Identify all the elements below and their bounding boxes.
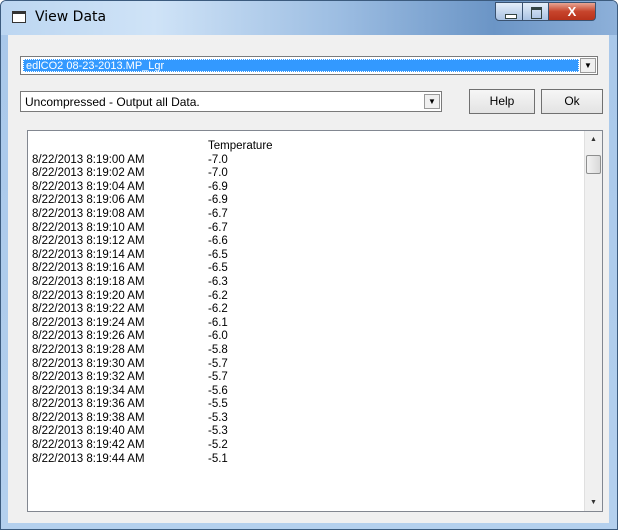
- file-select-dropdown[interactable]: edlCO2 08-23-2013.MP_Lgr ▼: [20, 56, 598, 75]
- list-item[interactable]: 8/22/2013 8:19:32 AM -5.7: [30, 371, 580, 385]
- window-title: View Data: [35, 9, 107, 25]
- scroll-up-arrow-icon[interactable]: ▲: [585, 131, 602, 148]
- list-item[interactable]: 8/22/2013 8:19:44 AM -5.1: [30, 453, 580, 467]
- minimize-icon: [505, 14, 517, 19]
- row-temperature: -6.1: [208, 316, 228, 329]
- list-item[interactable]: 8/22/2013 8:19:12 AM -6.6: [30, 235, 580, 249]
- data-listbox[interactable]: Temperature 8/22/2013 8:19:00 AM -7.0 8/22…: [27, 130, 603, 512]
- row-temperature: -6.2: [208, 303, 228, 316]
- list-item[interactable]: 8/22/2013 8:19:28 AM -5.8: [30, 344, 580, 358]
- output-mode-value: Uncompressed - Output all Data.: [25, 95, 200, 109]
- output-mode-dropdown[interactable]: Uncompressed - Output all Data. ▼: [20, 91, 442, 112]
- title-bar[interactable]: View Data X: [1, 1, 617, 35]
- list-item[interactable]: 8/22/2013 8:19:38 AM -5.3: [30, 412, 580, 426]
- row-temperature: -6.9: [208, 194, 228, 207]
- row-temperature: -6.7: [208, 207, 228, 220]
- row-temperature: -6.7: [208, 221, 228, 234]
- list-item[interactable]: 8/22/2013 8:19:36 AM -5.5: [30, 398, 580, 412]
- row-timestamp: 8/22/2013 8:19:04 AM: [32, 180, 145, 193]
- row-temperature: -5.8: [208, 343, 228, 356]
- row-timestamp: 8/22/2013 8:19:12 AM: [32, 235, 145, 248]
- list-item[interactable]: 8/22/2013 8:19:00 AM -7.0: [30, 154, 580, 168]
- row-temperature: -5.7: [208, 371, 228, 384]
- scroll-down-arrow-icon[interactable]: ▼: [585, 494, 602, 511]
- row-timestamp: 8/22/2013 8:19:14 AM: [32, 248, 145, 261]
- row-timestamp: 8/22/2013 8:19:42 AM: [32, 439, 145, 452]
- list-item[interactable]: 8/22/2013 8:19:18 AM -6.3: [30, 276, 580, 290]
- row-temperature: -6.5: [208, 262, 228, 275]
- list-item[interactable]: 8/22/2013 8:19:26 AM -6.0: [30, 330, 580, 344]
- row-timestamp: 8/22/2013 8:19:22 AM: [32, 303, 145, 316]
- help-button[interactable]: Help: [469, 89, 535, 114]
- list-item[interactable]: 8/22/2013 8:19:24 AM -6.1: [30, 317, 580, 331]
- list-item[interactable]: 8/22/2013 8:19:14 AM -6.5: [30, 249, 580, 263]
- row-temperature: -6.0: [208, 330, 228, 343]
- list-item[interactable]: 8/22/2013 8:19:04 AM -6.9: [30, 181, 580, 195]
- file-select-value: edlCO2 08-23-2013.MP_Lgr: [23, 59, 579, 72]
- row-temperature: -5.1: [208, 452, 228, 465]
- chevron-down-icon[interactable]: ▼: [580, 58, 596, 73]
- list-item[interactable]: 8/22/2013 8:19:02 AM -7.0: [30, 167, 580, 181]
- row-temperature: -6.9: [208, 180, 228, 193]
- row-timestamp: 8/22/2013 8:19:34 AM: [32, 384, 145, 397]
- list-item[interactable]: 8/22/2013 8:19:34 AM -5.6: [30, 385, 580, 399]
- list-item[interactable]: 8/22/2013 8:19:22 AM -6.2: [30, 303, 580, 317]
- row-temperature: -7.0: [208, 167, 228, 180]
- close-button[interactable]: X: [548, 2, 596, 21]
- row-timestamp: 8/22/2013 8:19:06 AM: [32, 194, 145, 207]
- column-header-temperature: Temperature: [208, 140, 273, 152]
- row-timestamp: 8/22/2013 8:19:16 AM: [32, 262, 145, 275]
- row-timestamp: 8/22/2013 8:19:08 AM: [32, 207, 145, 220]
- row-timestamp: 8/22/2013 8:19:20 AM: [32, 289, 145, 302]
- minimize-button[interactable]: [495, 2, 523, 21]
- row-temperature: -5.7: [208, 357, 228, 370]
- maximize-button[interactable]: [522, 2, 549, 21]
- row-temperature: -6.2: [208, 289, 228, 302]
- row-temperature: -6.6: [208, 235, 228, 248]
- row-timestamp: 8/22/2013 8:19:24 AM: [32, 316, 145, 329]
- list-item[interactable]: 8/22/2013 8:19:40 AM -5.3: [30, 425, 580, 439]
- list-item[interactable]: 8/22/2013 8:19:42 AM -5.2: [30, 439, 580, 453]
- row-timestamp: 8/22/2013 8:19:30 AM: [32, 357, 145, 370]
- row-timestamp: 8/22/2013 8:19:32 AM: [32, 371, 145, 384]
- row-temperature: -5.6: [208, 384, 228, 397]
- row-timestamp: 8/22/2013 8:19:26 AM: [32, 330, 145, 343]
- list-item[interactable]: 8/22/2013 8:19:06 AM -6.9: [30, 194, 580, 208]
- row-temperature: -7.0: [208, 153, 228, 166]
- row-timestamp: 8/22/2013 8:19:38 AM: [32, 411, 145, 424]
- maximize-icon: [531, 7, 542, 19]
- data-list: Temperature 8/22/2013 8:19:00 AM -7.0 8/22…: [30, 140, 580, 466]
- scroll-thumb[interactable]: [586, 155, 601, 174]
- row-temperature: -5.5: [208, 398, 228, 411]
- list-item[interactable]: 8/22/2013 8:19:30 AM -5.7: [30, 358, 580, 372]
- vertical-scrollbar[interactable]: ▲ ▼: [584, 131, 602, 511]
- row-timestamp: 8/22/2013 8:19:40 AM: [32, 425, 145, 438]
- close-icon: X: [567, 4, 577, 19]
- row-temperature: -5.2: [208, 439, 228, 452]
- list-item[interactable]: 8/22/2013 8:19:08 AM -6.7: [30, 208, 580, 222]
- chevron-down-icon[interactable]: ▼: [424, 94, 440, 109]
- row-timestamp: 8/22/2013 8:19:18 AM: [32, 275, 145, 288]
- row-temperature: -6.3: [208, 275, 228, 288]
- row-timestamp: 8/22/2013 8:19:36 AM: [32, 398, 145, 411]
- list-header-row: Temperature: [30, 140, 580, 154]
- row-temperature: -6.5: [208, 248, 228, 261]
- list-item[interactable]: 8/22/2013 8:19:20 AM -6.2: [30, 290, 580, 304]
- list-item[interactable]: 8/22/2013 8:19:16 AM -6.5: [30, 262, 580, 276]
- row-timestamp: 8/22/2013 8:19:28 AM: [32, 343, 145, 356]
- list-item[interactable]: 8/22/2013 8:19:10 AM -6.7: [30, 222, 580, 236]
- row-timestamp: 8/22/2013 8:19:44 AM: [32, 452, 145, 465]
- row-temperature: -5.3: [208, 411, 228, 424]
- window-app-icon: [12, 11, 26, 23]
- row-timestamp: 8/22/2013 8:19:10 AM: [32, 221, 145, 234]
- row-timestamp: 8/22/2013 8:19:00 AM: [32, 153, 145, 166]
- ok-button[interactable]: Ok: [541, 89, 603, 114]
- row-temperature: -5.3: [208, 425, 228, 438]
- row-timestamp: 8/22/2013 8:19:02 AM: [32, 167, 145, 180]
